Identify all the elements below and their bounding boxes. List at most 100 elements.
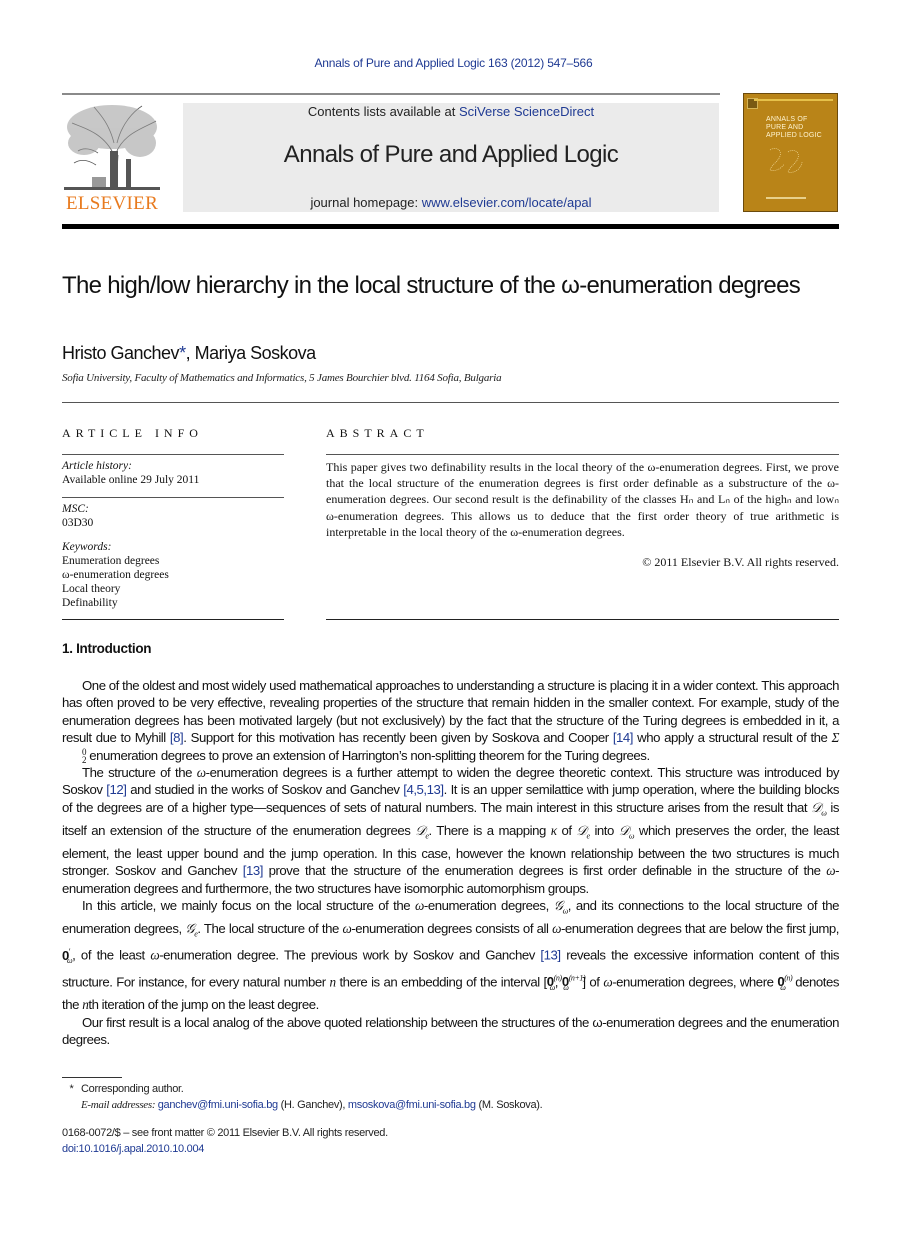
author-name: Hristo Ganchev bbox=[62, 343, 180, 363]
sciencedirect-link[interactable]: SciVerse ScienceDirect bbox=[459, 104, 594, 119]
subscript: ω bbox=[780, 982, 786, 992]
zero-n-symbol: 0(n)ω bbox=[547, 974, 562, 992]
cover-editor-line bbox=[766, 197, 806, 199]
article-title: The high/low hierarchy in the local stru… bbox=[62, 272, 801, 299]
prime: ′ bbox=[68, 947, 71, 957]
msc-label: MSC: bbox=[62, 503, 89, 515]
cover-top-bar bbox=[754, 99, 833, 101]
script-d: 𝒟 bbox=[618, 822, 630, 838]
d-omega-symbol: 𝒟ω bbox=[811, 799, 827, 818]
citation-link[interactable]: [14] bbox=[613, 730, 634, 745]
journal-banner: Contents lists available at SciVerse Sci… bbox=[183, 103, 719, 212]
script-g: 𝒢 bbox=[553, 898, 563, 914]
script-d: 𝒟 bbox=[415, 822, 426, 838]
journal-title: Annals of Pure and Applied Logic bbox=[283, 141, 619, 168]
text-run: th iteration of the jump on the least de… bbox=[88, 997, 319, 1013]
article-info-rule bbox=[62, 454, 284, 455]
text-run: The structure of the bbox=[82, 765, 197, 781]
keyword: Enumeration degrees bbox=[62, 555, 160, 567]
script-d: 𝒟 bbox=[811, 799, 822, 815]
text-run: of bbox=[556, 822, 577, 838]
paragraph: One of the oldest and most widely used m… bbox=[62, 677, 839, 764]
text-run: . There is a mapping bbox=[428, 822, 551, 838]
d-e-symbol: 𝒟e bbox=[415, 822, 429, 841]
text-run: -enumeration degrees that are below the … bbox=[560, 921, 839, 937]
d-omega-symbol: 𝒟ω bbox=[618, 822, 635, 841]
text-run: . Support for this motivation has recent… bbox=[183, 730, 613, 746]
omega-symbol: ω bbox=[603, 974, 613, 990]
footnote-star: * bbox=[69, 1083, 74, 1095]
abstract-text: This paper gives two definability result… bbox=[326, 460, 839, 539]
title-rule bbox=[62, 402, 839, 403]
author-name: Mariya Soskova bbox=[194, 343, 317, 363]
email-link[interactable]: msoskova@fmi.uni-sofia.bg bbox=[348, 1099, 476, 1111]
author-list: Hristo Ganchev*, Mariya Soskova bbox=[62, 343, 316, 364]
paragraph: In this article, we mainly focus on the … bbox=[62, 897, 839, 1013]
text-run: into bbox=[589, 822, 619, 838]
sigma-letter: Σ bbox=[831, 730, 840, 746]
text-run: , of the least bbox=[72, 947, 151, 963]
doi-link[interactable]: doi:10.1016/j.apal.2010.10.004 bbox=[62, 1143, 204, 1155]
omega-symbol: ω bbox=[150, 947, 160, 963]
email-label: E-mail addresses: bbox=[81, 1099, 158, 1111]
email-owner: (M. Soskova). bbox=[475, 1099, 543, 1111]
d-e-symbol: 𝒟e bbox=[576, 822, 590, 841]
introduction-heading: 1. Introduction bbox=[62, 641, 152, 656]
cover-title: ANNALS OF PURE AND APPLIED LOGIC bbox=[766, 116, 822, 140]
text-run: and studied in the works of Soskov and G… bbox=[126, 782, 404, 798]
cover-title-line: PURE AND bbox=[766, 124, 804, 131]
keyword: Local theory bbox=[62, 583, 121, 595]
introduction-body: One of the oldest and most widely used m… bbox=[62, 677, 839, 1048]
journal-cover-thumbnail[interactable]: ANNALS OF PURE AND APPLIED LOGIC bbox=[743, 93, 838, 212]
footnote-text: Corresponding author. bbox=[81, 1083, 184, 1095]
citation-link[interactable]: [4,5,13] bbox=[403, 782, 444, 797]
contents-prefix: Contents lists available at bbox=[307, 104, 459, 119]
text-run: -enumeration degrees consists of all bbox=[351, 921, 553, 937]
zero-n-symbol: 0(n)ω bbox=[777, 974, 792, 992]
front-matter: 0168-0072/$ – see front matter © 2011 El… bbox=[62, 1125, 388, 1157]
text-run: ] of bbox=[582, 974, 604, 990]
comma: , bbox=[554, 974, 562, 990]
header-rule bbox=[62, 93, 720, 95]
text-run: who apply a structural result of the bbox=[633, 730, 832, 746]
abstract-rule bbox=[326, 454, 839, 455]
elsevier-logo[interactable]: ELSEVIER bbox=[62, 101, 162, 214]
front-matter-text: 0168-0072/$ – see front matter © 2011 El… bbox=[62, 1127, 388, 1139]
article-info-heading: ARTICLE INFO bbox=[62, 426, 203, 440]
journal-reference: Annals of Pure and Applied Logic 163 (20… bbox=[314, 56, 593, 70]
history-value: Available online 29 July 2011 bbox=[62, 474, 200, 486]
masthead-rule bbox=[62, 224, 839, 229]
affiliation: Sofia University, Faculty of Mathematics… bbox=[62, 372, 502, 384]
citation-link[interactable]: [12] bbox=[106, 782, 127, 797]
citation-link[interactable]: [13] bbox=[540, 948, 561, 963]
text-run: -enumeration degrees, where bbox=[612, 974, 778, 990]
g-omega-symbol: 𝒢ω bbox=[553, 898, 569, 916]
abstract-heading: ABSTRACT bbox=[326, 426, 429, 440]
text-run: there is an embedding of the interval [ bbox=[335, 974, 547, 990]
citation-link[interactable]: [8] bbox=[170, 730, 184, 745]
omega-symbol: ω bbox=[196, 765, 206, 781]
cover-title-line: APPLIED LOGIC bbox=[766, 132, 822, 139]
contents-line: Contents lists available at SciVerse Sci… bbox=[183, 104, 719, 119]
cover-artwork-icon bbox=[769, 148, 803, 173]
journal-homepage-link[interactable]: www.elsevier.com/locate/apal bbox=[422, 195, 592, 210]
script-g: 𝒢 bbox=[185, 921, 195, 937]
keyword: ω-enumeration degrees bbox=[62, 569, 169, 581]
text-run: -enumeration degree. The previous work b… bbox=[159, 947, 541, 963]
text-run: -enumeration degrees, bbox=[423, 898, 554, 914]
footnotes: * Corresponding author. E-mail addresses:… bbox=[62, 1081, 543, 1113]
omega-symbol: ω bbox=[552, 921, 561, 937]
zero-n1-symbol: 0(n+1)ω bbox=[562, 974, 586, 992]
abstract-bottom-rule bbox=[326, 619, 839, 620]
sigma-indices: 02 bbox=[82, 746, 87, 765]
email-link[interactable]: ganchev@fmi.uni-sofia.bg bbox=[158, 1099, 278, 1111]
zero-jump-symbol: 0′ω bbox=[62, 947, 73, 965]
omega-symbol: ω bbox=[342, 921, 352, 937]
article-history: Article history: Available online 29 Jul… bbox=[62, 459, 284, 487]
history-label: Article history: bbox=[62, 460, 132, 472]
script-d: 𝒟 bbox=[576, 822, 587, 838]
citation-link[interactable]: [13] bbox=[243, 863, 264, 878]
elsevier-tree-icon bbox=[64, 105, 160, 190]
keywords-label: Keywords: bbox=[62, 541, 112, 553]
text-run: enumeration degrees to prove an extensio… bbox=[86, 747, 650, 763]
